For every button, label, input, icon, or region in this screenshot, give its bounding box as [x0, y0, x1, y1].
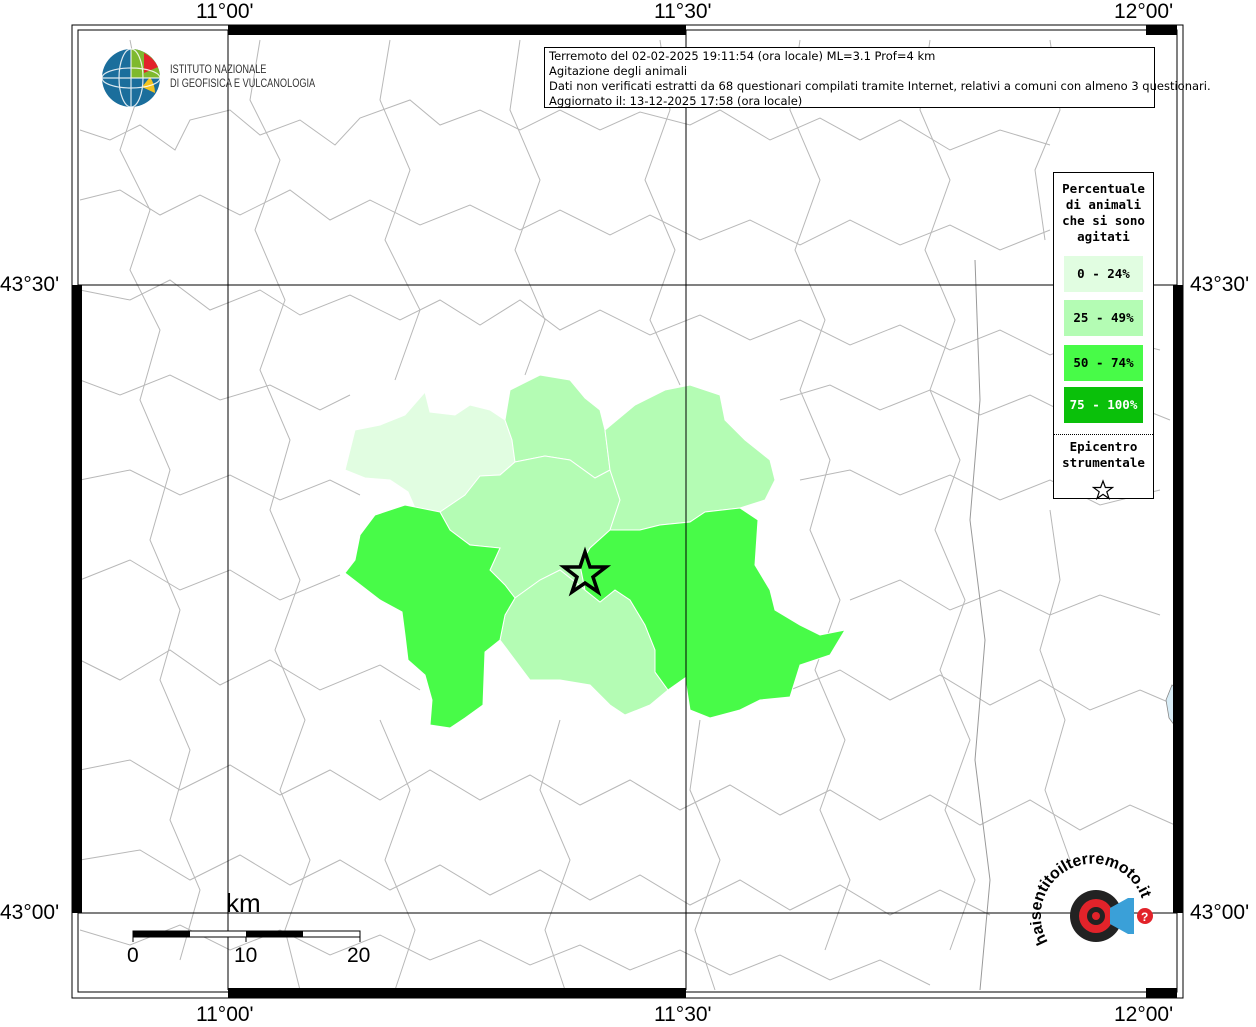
event-info-line2: Agitazione degli animali: [549, 64, 688, 78]
legend-title-line2: di animali: [1065, 197, 1142, 212]
legend-epicenter-line2: strumentale: [1062, 455, 1145, 470]
scale-bar-tick-0: 0: [127, 944, 139, 967]
scale-bar-tick-10: 10: [234, 944, 258, 967]
haisentitoilterremoto-logo: haisentitoilterremoto.it ?: [1030, 851, 1154, 948]
svg-text:?: ?: [1141, 910, 1148, 924]
legend-title: Percentuale di animali che si sono agita…: [1054, 181, 1153, 245]
ingv-logo-line1: ISTITUTO NAZIONALE: [170, 64, 267, 76]
legend-class-75-100: 75 - 100%: [1064, 387, 1143, 423]
legend-separator: [1054, 434, 1153, 435]
lon-label-bottom-1130: 11°30': [654, 1003, 712, 1026]
lat-label-left-4300: 43°00': [0, 901, 60, 924]
legend-epicenter-label: Epicentro strumentale: [1054, 439, 1153, 471]
scale-bar-tick-20: 20: [347, 944, 371, 967]
legend-title-line4: agitati: [1077, 229, 1130, 244]
legend-class-0-24: 0 - 24%: [1064, 256, 1143, 292]
legend-title-line1: Percentuale: [1062, 181, 1145, 196]
lat-label-left-4330: 43°30': [0, 273, 60, 296]
legend-star-icon: [1092, 479, 1114, 500]
event-info-box: Terremoto del 02-02-2025 19:11:54 (ora l…: [544, 47, 1211, 108]
lat-label-right-4300: 43°00': [1190, 901, 1250, 924]
ingv-logo-text: ISTITUTO NAZIONALE DI GEOFISICA E VULCAN…: [170, 63, 315, 91]
lon-label-top-1130: 11°30': [654, 0, 712, 23]
lon-label-bottom-1100: 11°00': [196, 1003, 254, 1026]
legend-class-25-49: 25 - 49%: [1064, 300, 1143, 336]
event-info-line4: Aggiornato il: 13-12-2025 17:58 (ora loc…: [549, 94, 803, 108]
lat-label-right-4330: 43°30': [1190, 273, 1250, 296]
legend-epicenter-line1: Epicentro: [1069, 439, 1138, 454]
legend-title-line3: che si sono: [1062, 213, 1145, 228]
event-info-line3: Dati non verificati estratti da 68 quest…: [549, 79, 1211, 93]
legend: Percentuale di animali che si sono agita…: [1053, 172, 1154, 500]
event-info-line1: Terremoto del 02-02-2025 19:11:54 (ora l…: [549, 49, 936, 63]
ingv-logo-line2: DI GEOFISICA E VULCANOLOGIA: [170, 78, 316, 90]
lon-label-bottom-1200: 12°00': [1114, 1003, 1174, 1026]
lon-label-top-1200: 12°00': [1114, 0, 1174, 23]
lon-label-top-1100: 11°00': [196, 0, 254, 23]
legend-class-50-74: 50 - 74%: [1064, 345, 1143, 381]
scale-bar-unit: km: [226, 888, 261, 918]
